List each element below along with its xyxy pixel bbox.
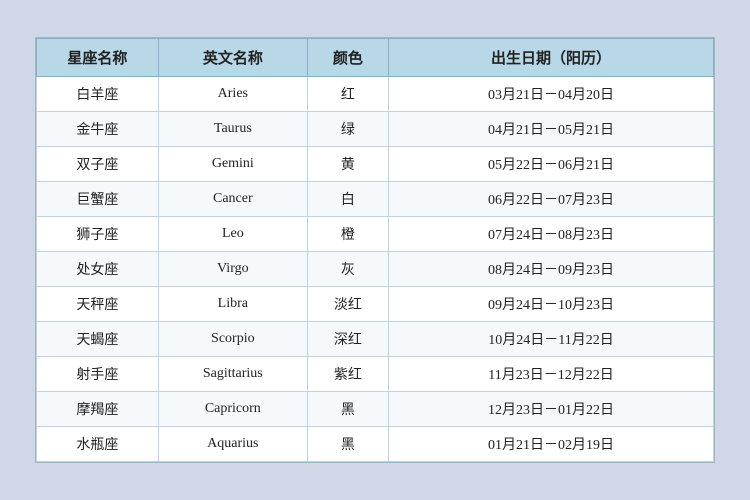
cell-chinese: 金牛座 [37,112,159,147]
cell-color: 橙 [307,217,388,252]
cell-date: 03月21日－04月20日 [389,77,714,112]
cell-chinese: 摩羯座 [37,392,159,427]
cell-color: 灰 [307,252,388,287]
cell-english: Scorpio [158,322,307,357]
table-row: 双子座Gemini黄05月22日－06月21日 [37,147,714,182]
table-row: 天蝎座Scorpio深红10月24日－11月22日 [37,322,714,357]
cell-date: 08月24日－09月23日 [389,252,714,287]
cell-chinese: 水瓶座 [37,427,159,462]
cell-english: Leo [158,217,307,252]
cell-color: 黑 [307,427,388,462]
cell-date: 12月23日－01月22日 [389,392,714,427]
table-body: 白羊座Aries红03月21日－04月20日金牛座Taurus绿04月21日－0… [37,77,714,462]
table-row: 白羊座Aries红03月21日－04月20日 [37,77,714,112]
cell-color: 黑 [307,392,388,427]
zodiac-table-container: 星座名称 英文名称 颜色 出生日期（阳历） 白羊座Aries红03月21日－04… [35,37,715,463]
cell-chinese: 处女座 [37,252,159,287]
cell-color: 黄 [307,147,388,182]
header-english: 英文名称 [158,39,307,77]
cell-english: Taurus [158,112,307,147]
header-chinese: 星座名称 [37,39,159,77]
cell-chinese: 狮子座 [37,217,159,252]
cell-chinese: 双子座 [37,147,159,182]
cell-date: 11月23日－12月22日 [389,357,714,392]
cell-color: 红 [307,77,388,112]
cell-color: 白 [307,182,388,217]
table-row: 金牛座Taurus绿04月21日－05月21日 [37,112,714,147]
cell-color: 淡红 [307,287,388,322]
cell-english: Capricorn [158,392,307,427]
cell-date: 07月24日－08月23日 [389,217,714,252]
cell-chinese: 巨蟹座 [37,182,159,217]
cell-date: 10月24日－11月22日 [389,322,714,357]
cell-english: Aquarius [158,427,307,462]
header-color: 颜色 [307,39,388,77]
cell-english: Sagittarius [158,357,307,392]
cell-chinese: 白羊座 [37,77,159,112]
table-row: 狮子座Leo橙07月24日－08月23日 [37,217,714,252]
cell-date: 04月21日－05月21日 [389,112,714,147]
cell-date: 01月21日－02月19日 [389,427,714,462]
cell-color: 绿 [307,112,388,147]
table-row: 水瓶座Aquarius黑01月21日－02月19日 [37,427,714,462]
header-date: 出生日期（阳历） [389,39,714,77]
cell-english: Cancer [158,182,307,217]
cell-english: Gemini [158,147,307,182]
cell-date: 06月22日－07月23日 [389,182,714,217]
table-row: 射手座Sagittarius紫红11月23日－12月22日 [37,357,714,392]
table-row: 天秤座Libra淡红09月24日－10月23日 [37,287,714,322]
cell-chinese: 天蝎座 [37,322,159,357]
cell-date: 09月24日－10月23日 [389,287,714,322]
cell-chinese: 天秤座 [37,287,159,322]
cell-english: Libra [158,287,307,322]
table-row: 摩羯座Capricorn黑12月23日－01月22日 [37,392,714,427]
cell-english: Aries [158,77,307,112]
table-row: 处女座Virgo灰08月24日－09月23日 [37,252,714,287]
cell-english: Virgo [158,252,307,287]
table-row: 巨蟹座Cancer白06月22日－07月23日 [37,182,714,217]
zodiac-table: 星座名称 英文名称 颜色 出生日期（阳历） 白羊座Aries红03月21日－04… [36,38,714,462]
cell-color: 紫红 [307,357,388,392]
table-header-row: 星座名称 英文名称 颜色 出生日期（阳历） [37,39,714,77]
cell-color: 深红 [307,322,388,357]
cell-date: 05月22日－06月21日 [389,147,714,182]
cell-chinese: 射手座 [37,357,159,392]
